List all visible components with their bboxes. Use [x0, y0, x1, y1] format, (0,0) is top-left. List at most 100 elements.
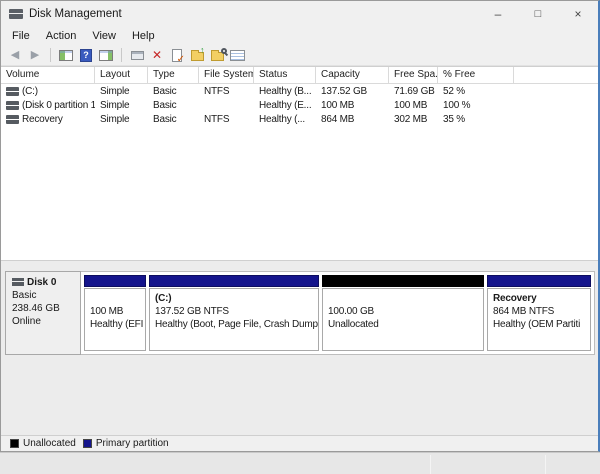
help-icon[interactable]: ?: [77, 47, 95, 64]
table-row[interactable]: (Disk 0 partition 1) Simple Basic Health…: [1, 98, 598, 112]
partition-size: 864 MB NTFS: [493, 305, 585, 318]
partition-title: Recovery: [493, 292, 585, 305]
cell-layout: Simple: [95, 114, 148, 125]
partition-unallocated[interactable]: 100.00 GB Unallocated: [322, 275, 484, 351]
partition-title: [90, 292, 140, 305]
action-pane-icon[interactable]: [97, 47, 115, 64]
cell-capacity: 137.52 GB: [316, 86, 389, 97]
menu-help[interactable]: Help: [124, 30, 163, 42]
partition-size: 100.00 GB: [328, 305, 478, 318]
volume-icon: [6, 87, 19, 96]
menu-view[interactable]: View: [84, 30, 124, 42]
partition-color-bar: [84, 275, 146, 287]
partition-status: Healthy (OEM Partiti: [493, 318, 585, 331]
cell-pctfree: 100 %: [438, 100, 514, 111]
disk-state: Online: [12, 315, 75, 328]
partition-size: 137.52 GB NTFS: [155, 305, 313, 318]
explore-folder-icon[interactable]: [208, 47, 226, 64]
legend-bar: Unallocated Primary partition: [1, 435, 598, 451]
volume-name: Recovery: [22, 114, 63, 125]
menu-bar: File Action View Help: [1, 27, 598, 45]
cell-type: Basic: [148, 114, 199, 125]
disk-name: Disk 0: [27, 277, 56, 288]
delete-volume-icon[interactable]: ✕: [148, 47, 166, 64]
cell-capacity: 864 MB: [316, 114, 389, 125]
open-folder-icon[interactable]: ↑: [188, 47, 206, 64]
disk-management-window: Disk Management – □ × File Action View H…: [0, 0, 600, 452]
column-header-type[interactable]: Type: [148, 67, 199, 83]
cell-status: Healthy (E...: [254, 100, 316, 111]
console-tree-icon[interactable]: [57, 47, 75, 64]
volume-icon: [6, 101, 19, 110]
partition-status: Healthy (Boot, Page File, Crash Dump,: [155, 318, 313, 331]
primary-partition-swatch: [83, 439, 92, 448]
divider: [430, 455, 431, 474]
partition-title: (C:): [155, 292, 313, 305]
window-title: Disk Management: [29, 8, 478, 20]
legend-item-unallocated: Unallocated: [10, 438, 76, 449]
details-icon[interactable]: [228, 47, 246, 64]
legend-label: Unallocated: [23, 438, 76, 449]
properties-check-icon[interactable]: [168, 47, 186, 64]
column-header-filesystem[interactable]: File System: [199, 67, 254, 83]
unallocated-swatch: [10, 439, 19, 448]
partition-size: 100 MB: [90, 305, 140, 318]
column-header-capacity[interactable]: Capacity: [316, 67, 389, 83]
app-icon: [9, 9, 23, 19]
back-icon[interactable]: ◀: [6, 47, 24, 64]
table-header-row: Volume Layout Type File System Status Ca…: [1, 67, 598, 84]
column-header-volume[interactable]: Volume: [1, 67, 95, 83]
graphical-view-pane: Disk 0 Basic 238.46 GB Online 100 MB Hea…: [1, 261, 598, 435]
maximize-button[interactable]: □: [518, 2, 558, 27]
partition-recovery[interactable]: Recovery 864 MB NTFS Healthy (OEM Partit…: [487, 275, 591, 351]
volume-name: (Disk 0 partition 1): [22, 100, 95, 111]
cell-freespace: 302 MB: [389, 114, 438, 125]
desktop-strip: [0, 452, 600, 474]
partition-status: Unallocated: [328, 318, 478, 331]
toolbar: ◀ ▶ ? ✕ ↑: [1, 45, 598, 66]
cell-layout: Simple: [95, 86, 148, 97]
partition-color-bar: [322, 275, 484, 287]
minimize-button[interactable]: –: [478, 2, 518, 27]
partition-title: [328, 292, 478, 305]
legend-label: Primary partition: [96, 438, 169, 449]
menu-action[interactable]: Action: [38, 30, 85, 42]
column-header-status[interactable]: Status: [254, 67, 316, 83]
column-header-freespace[interactable]: Free Spa...: [389, 67, 438, 83]
disk-0-label-panel[interactable]: Disk 0 Basic 238.46 GB Online: [5, 271, 81, 355]
cell-type: Basic: [148, 86, 199, 97]
partition-status: Healthy (EFI S: [90, 318, 140, 331]
close-button[interactable]: ×: [558, 2, 598, 27]
cell-freespace: 100 MB: [389, 100, 438, 111]
table-row[interactable]: (C:) Simple Basic NTFS Healthy (B... 137…: [1, 84, 598, 98]
cell-layout: Simple: [95, 100, 148, 111]
partition-strip: 100 MB Healthy (EFI S (C:) 137.52 GB NTF…: [81, 271, 595, 355]
legend-item-primary: Primary partition: [83, 438, 169, 449]
volume-name: (C:): [22, 86, 38, 97]
disk-kind: Basic: [12, 289, 75, 302]
forward-icon[interactable]: ▶: [26, 47, 44, 64]
cell-capacity: 100 MB: [316, 100, 389, 111]
column-header-pctfree[interactable]: % Free: [438, 67, 514, 83]
disk-icon: [12, 278, 24, 286]
cell-pctfree: 35 %: [438, 114, 514, 125]
column-header-layout[interactable]: Layout: [95, 67, 148, 83]
cell-status: Healthy (B...: [254, 86, 316, 97]
cell-pctfree: 52 %: [438, 86, 514, 97]
volume-list-view: Volume Layout Type File System Status Ca…: [1, 66, 598, 261]
table-row[interactable]: Recovery Simple Basic NTFS Healthy (... …: [1, 112, 598, 126]
screenshot-stage: Disk Management – □ × File Action View H…: [0, 0, 600, 474]
cell-type: Basic: [148, 100, 199, 111]
popup-menu-icon[interactable]: [128, 47, 146, 64]
volume-icon: [6, 115, 19, 124]
disk-0-row: Disk 0 Basic 238.46 GB Online 100 MB Hea…: [5, 271, 595, 355]
toolbar-separator: [50, 48, 51, 62]
menu-file[interactable]: File: [4, 30, 38, 42]
column-header-filler: [514, 67, 598, 83]
divider: [545, 455, 546, 474]
partition-efi[interactable]: 100 MB Healthy (EFI S: [84, 275, 146, 351]
partition-color-bar: [487, 275, 591, 287]
partition-color-bar: [149, 275, 319, 287]
partition-c[interactable]: (C:) 137.52 GB NTFS Healthy (Boot, Page …: [149, 275, 319, 351]
disk-size: 238.46 GB: [12, 302, 75, 315]
